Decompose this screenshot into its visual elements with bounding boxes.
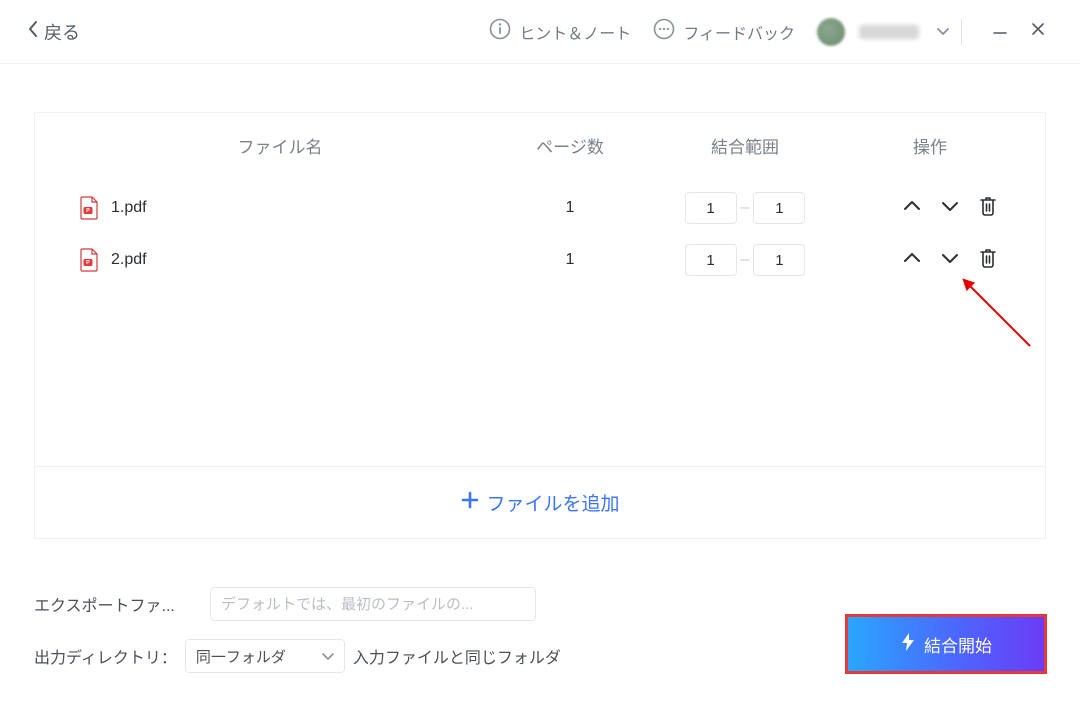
- feedback-button[interactable]: フィードバック: [653, 18, 795, 45]
- back-label: 戻る: [44, 19, 80, 45]
- move-down-button[interactable]: [938, 196, 962, 220]
- pdf-icon: P: [79, 196, 99, 220]
- outdir-select[interactable]: 同一フォルダ: [185, 639, 345, 673]
- table-row: P 1.pdf 1 –: [35, 182, 1045, 234]
- header-pages: ページ数: [495, 133, 645, 158]
- range-dash: –: [741, 199, 750, 217]
- chevron-down-icon: [941, 251, 959, 269]
- page-count: 1: [495, 199, 645, 217]
- header-range: 結合範囲: [645, 133, 845, 158]
- outdir-select-value: 同一フォルダ: [196, 646, 286, 667]
- info-icon: [489, 18, 511, 45]
- chevron-down-icon: [937, 23, 949, 41]
- feedback-label: フィードバック: [683, 20, 795, 44]
- move-down-button[interactable]: [938, 248, 962, 272]
- file-cell: P 1.pdf: [65, 196, 495, 220]
- range-to-input[interactable]: [753, 244, 805, 276]
- chat-icon: [653, 18, 675, 45]
- table-header: ファイル名 ページ数 結合範囲 操作: [35, 113, 1045, 182]
- minimize-button[interactable]: [986, 18, 1014, 46]
- range-to-input[interactable]: [753, 192, 805, 224]
- start-merge-label: 結合開始: [924, 632, 992, 657]
- outdir-label: 出力ディレクトリ：: [34, 644, 177, 668]
- range-dash: –: [741, 251, 750, 269]
- chevron-left-icon: [28, 21, 38, 42]
- hint-notes-label: ヒント＆ノート: [519, 20, 631, 44]
- chevron-down-icon: [941, 199, 959, 217]
- move-up-button[interactable]: [900, 248, 924, 272]
- page-count: 1: [495, 251, 645, 269]
- ops-cell: [845, 196, 1015, 220]
- back-button[interactable]: 戻る: [28, 19, 80, 45]
- range-from-input[interactable]: [685, 192, 737, 224]
- close-icon: [1030, 21, 1046, 42]
- close-button[interactable]: [1024, 18, 1052, 46]
- pdf-icon: P: [79, 248, 99, 272]
- file-name: 2.pdf: [111, 251, 147, 269]
- separator: [961, 19, 962, 45]
- svg-text:P: P: [86, 208, 90, 214]
- file-name: 1.pdf: [111, 199, 147, 217]
- export-name-input[interactable]: [210, 587, 536, 621]
- export-name-label: エクスポートファ...: [34, 592, 202, 616]
- range-cell: –: [645, 244, 845, 276]
- hint-notes-button[interactable]: ヒント＆ノート: [489, 18, 631, 45]
- trash-icon: [978, 195, 998, 222]
- file-cell: P 2.pdf: [65, 248, 495, 272]
- user-menu[interactable]: [817, 18, 949, 46]
- range-cell: –: [645, 192, 845, 224]
- ops-cell: [845, 248, 1015, 272]
- range-from-input[interactable]: [685, 244, 737, 276]
- file-panel: ファイル名 ページ数 結合範囲 操作 P 1.pdf 1 –: [34, 112, 1046, 539]
- chevron-up-icon: [903, 199, 921, 217]
- add-file-button[interactable]: ファイルを追加: [35, 466, 1045, 538]
- bolt-icon: [900, 632, 916, 657]
- delete-button[interactable]: [976, 248, 1000, 272]
- chevron-up-icon: [903, 251, 921, 269]
- svg-text:P: P: [86, 260, 90, 266]
- trash-icon: [978, 247, 998, 274]
- avatar: [817, 18, 845, 46]
- move-up-button[interactable]: [900, 196, 924, 220]
- plus-icon: [460, 490, 480, 516]
- outdir-suffix: 入力ファイルと同じフォルダ: [353, 644, 561, 668]
- table-row: P 2.pdf 1 –: [35, 234, 1045, 286]
- header-filename: ファイル名: [65, 133, 495, 158]
- add-file-label: ファイルを追加: [486, 489, 619, 516]
- chevron-down-icon: [322, 648, 334, 665]
- user-name-blurred: [859, 25, 919, 39]
- delete-button[interactable]: [976, 196, 1000, 220]
- titlebar: 戻る ヒント＆ノート フィードバック: [0, 0, 1080, 64]
- main-content: ファイル名 ページ数 結合範囲 操作 P 1.pdf 1 –: [0, 64, 1080, 539]
- header-ops: 操作: [845, 133, 1015, 158]
- minimize-icon: [992, 21, 1008, 42]
- start-merge-button[interactable]: 結合開始: [846, 615, 1046, 673]
